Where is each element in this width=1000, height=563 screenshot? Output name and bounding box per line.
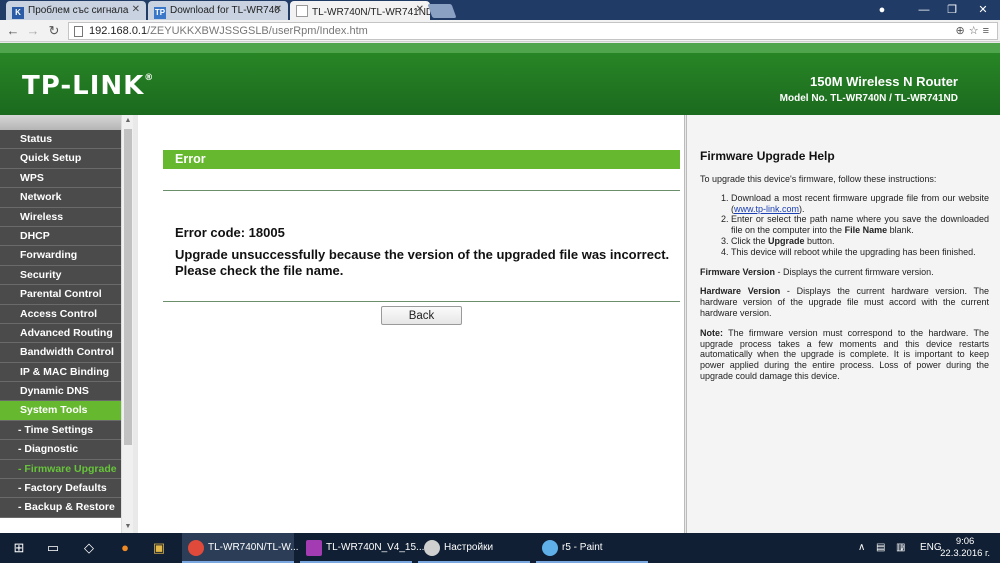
minimize-icon[interactable]: — — [910, 0, 938, 20]
tab-label: TL-WR740N/TL-WR741ND — [312, 7, 430, 18]
product-name: 150M Wireless N Router — [810, 74, 958, 89]
router-header: TP-LINK® 150M Wireless N Router Model No… — [0, 43, 1000, 115]
error-message: Upgrade unsuccessfully because the versi… — [175, 247, 670, 278]
window-close-icon[interactable]: ✕ — [966, 0, 1000, 20]
sidebar-item-access-control[interactable]: Access Control — [0, 304, 121, 324]
maximize-icon[interactable]: ❐ — [938, 0, 966, 20]
url-host: 192.168.0.1 — [89, 25, 148, 37]
chrome-icon — [188, 540, 204, 556]
help-title: Firmware Upgrade Help — [700, 149, 835, 163]
firefox-icon[interactable]: ● — [116, 539, 134, 557]
help-step: Enter or select the path name where you … — [731, 214, 989, 236]
taskbar-item-archive[interactable]: TL-WR740N_V4_15... — [300, 533, 424, 563]
browser-tab-download[interactable]: TP Download for TL-WR740 ✕ — [148, 1, 288, 20]
browser-tab-strip: K Проблем със сигнала ✕ TP Download for TL… — [0, 0, 1000, 20]
sidebar-item-firmware-upgrade[interactable]: - Firmware Upgrade — [0, 459, 121, 480]
task-view-icon[interactable]: ▭ — [44, 539, 62, 557]
sidebar-item-dynamic-dns[interactable]: Dynamic DNS — [0, 382, 121, 402]
address-bar: ← → ↻ 192.168.0.1/ZEYUKKXBWJSSGSLB/userR… — [0, 20, 1000, 42]
sidebar-item-ip-mac-binding[interactable]: IP & MAC Binding — [0, 362, 121, 383]
help-step: This device will reboot while the upgrad… — [731, 247, 989, 258]
taskbar-item-settings[interactable]: Настройки — [418, 533, 530, 563]
sidebar-item-factory-defaults[interactable]: - Factory Defaults — [0, 479, 121, 499]
sidebar-menu: Status Quick Setup WPS Network Wireless … — [0, 115, 133, 533]
taskbar-clock[interactable]: 9:06 22.3.2016 г. — [940, 536, 990, 560]
sidebar-item-quick-setup[interactable]: Quick Setup — [0, 149, 121, 169]
sidebar-item-forwarding[interactable]: Forwarding — [0, 246, 121, 266]
back-arrow-icon[interactable]: ← — [4, 22, 22, 40]
header-band — [0, 43, 1000, 53]
scroll-up-icon[interactable]: ▲ — [122, 115, 134, 127]
close-icon[interactable]: ✕ — [132, 4, 140, 15]
user-profile-icon[interactable]: ● — [868, 0, 896, 20]
sidebar-item-wps[interactable]: WPS — [0, 168, 121, 189]
sidebar-item-system-tools[interactable]: System Tools — [0, 401, 121, 421]
new-tab-button[interactable] — [427, 4, 457, 18]
main-content: Error Error code: 18005 Upgrade unsucces… — [138, 115, 685, 533]
tp-link-logo: TP-LINK® — [22, 71, 155, 101]
sidebar-item-advanced-routing[interactable]: Advanced Routing — [0, 323, 121, 344]
help-step: Click the Upgrade button. — [731, 236, 989, 247]
help-steps: Download a most recent firmware upgrade … — [731, 193, 989, 258]
sidebar-item-bandwidth-control[interactable]: Bandwidth Control — [0, 343, 121, 363]
tab-label: Проблем със сигнала — [28, 5, 129, 16]
url-path: /ZEYUKKXBWJSSGSLB/userRpm/Index.htm — [147, 25, 368, 37]
gear-icon — [424, 540, 440, 556]
tray-chevron-up-icon[interactable]: ∧ — [858, 533, 865, 563]
scroll-down-icon[interactable]: ▼ — [122, 521, 134, 533]
browser-tab-forum[interactable]: K Проблем със сигнала ✕ — [6, 1, 146, 20]
sidebar-item-network[interactable]: Network — [0, 188, 121, 208]
taskbar: ⊞ ▭ ◇ ● ▣ TL-WR740N/TL-W... TL-WR740N_V4… — [0, 533, 1000, 563]
windows-start-icon[interactable]: ⊞ — [10, 539, 28, 557]
unity-icon[interactable]: ◇ — [80, 539, 98, 557]
clock-date: 22.3.2016 г. — [940, 548, 990, 559]
tab-label: Download for TL-WR740 — [170, 5, 280, 16]
tab-favicon-icon: K — [12, 7, 24, 19]
help-firmware-version: Firmware Version - Displays the current … — [700, 266, 934, 277]
error-title-bar: Error — [163, 150, 680, 169]
taskbar-item-chrome[interactable]: TL-WR740N/TL-W... — [182, 533, 299, 563]
paint-icon — [542, 540, 558, 556]
help-note: Note: The firmware version must correspo… — [700, 327, 989, 381]
divider — [163, 190, 680, 191]
help-panel: Firmware Upgrade Help To upgrade this de… — [686, 115, 1000, 533]
page-favicon-icon — [296, 5, 308, 17]
forward-arrow-icon[interactable]: → — [24, 22, 42, 40]
page-info-icon[interactable] — [74, 26, 83, 37]
back-button[interactable]: Back — [381, 306, 462, 325]
launcher-icon[interactable]: ▣ — [150, 539, 168, 557]
browser-tab-router[interactable]: TL-WR740N/TL-WR741ND ✕ — [290, 1, 430, 20]
divider — [163, 301, 680, 302]
model-number: Model No. TL-WR740N / TL-WR741ND — [779, 93, 958, 104]
error-code: Error code: 18005 — [175, 225, 285, 240]
scrollbar-thumb[interactable] — [124, 129, 132, 445]
menu-top-bar — [0, 115, 121, 130]
menu-scrollbar[interactable]: ▲ ▼ — [121, 115, 133, 533]
tab-favicon-icon: TP — [154, 7, 166, 19]
taskbar-item-paint[interactable]: r5 - Paint — [536, 533, 648, 563]
help-intro: To upgrade this device's firmware, follo… — [700, 174, 937, 184]
close-icon[interactable]: ✕ — [416, 4, 424, 15]
sidebar-item-wireless[interactable]: Wireless — [0, 207, 121, 227]
help-body: To upgrade this device's firmware, follo… — [700, 174, 989, 391]
tray-notification-icon[interactable]: ▤ — [876, 533, 885, 563]
sidebar-item-dhcp[interactable]: DHCP — [0, 226, 121, 247]
help-hardware-version: Hardware Version - Displays the current … — [700, 286, 989, 318]
sidebar-item-security[interactable]: Security — [0, 265, 121, 286]
sidebar-item-diagnostic[interactable]: - Diagnostic — [0, 440, 121, 460]
tray-volume-icon[interactable]: ♪ — [900, 533, 905, 563]
sidebar-item-status[interactable]: Status — [0, 130, 121, 150]
close-icon[interactable]: ✕ — [274, 4, 282, 15]
archive-icon — [306, 540, 322, 556]
url-input[interactable]: 192.168.0.1/ZEYUKKXBWJSSGSLB/userRpm/Ind… — [68, 22, 998, 40]
sidebar-item-parental-control[interactable]: Parental Control — [0, 285, 121, 305]
reload-icon[interactable]: ↻ — [45, 22, 63, 40]
sidebar-item-time-settings[interactable]: - Time Settings — [0, 420, 121, 441]
omnibox-action-icons[interactable]: ⊕☆≡ — [956, 23, 994, 39]
sidebar-item-backup-restore[interactable]: - Backup & Restore — [0, 498, 121, 518]
clock-time: 9:06 — [955, 536, 975, 547]
tray-language[interactable]: ENG — [920, 533, 942, 563]
tp-link-website-link[interactable]: www.tp-link.com — [734, 204, 799, 214]
help-step: Download a most recent firmware upgrade … — [731, 193, 989, 215]
